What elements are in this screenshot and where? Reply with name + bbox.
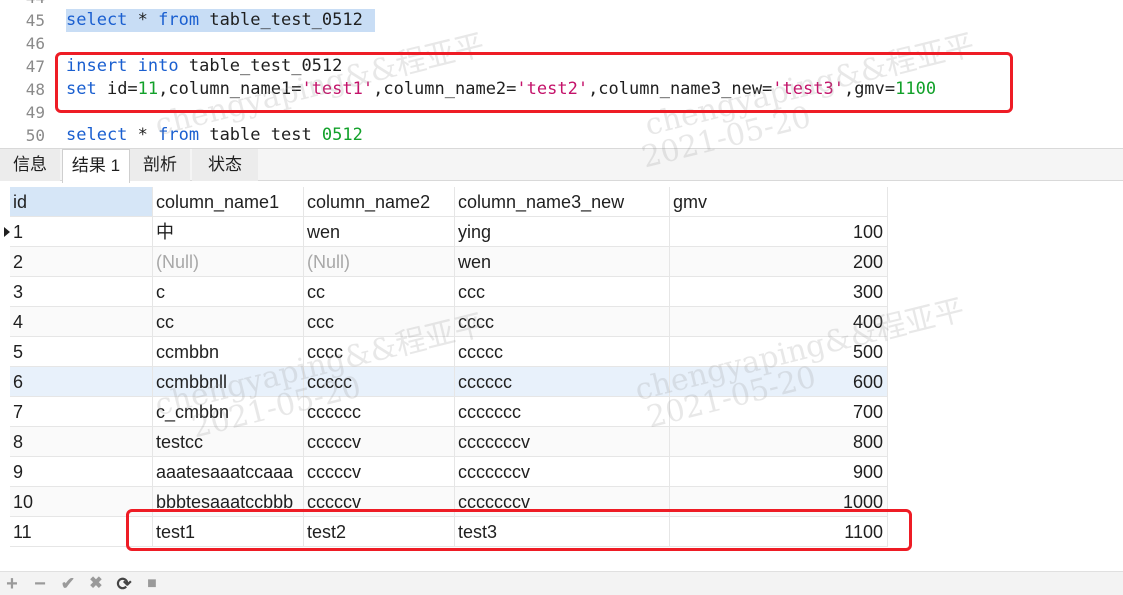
code-text: select * from table test 0512 <box>66 125 363 145</box>
table-cell[interactable]: 400 <box>670 307 888 337</box>
column-header[interactable]: column_name3_new <box>455 187 670 217</box>
line-number: 46 <box>25 34 45 53</box>
tab-status[interactable]: 状态 <box>192 149 258 181</box>
line-number: 45 <box>25 11 45 30</box>
line-number: 50 <box>25 126 45 145</box>
table-cell[interactable]: cccc <box>455 307 670 337</box>
table-cell[interactable]: cccccccv <box>455 427 670 457</box>
table-cell[interactable]: bbbtesaaatccbbb <box>153 487 304 517</box>
line-number: 48 <box>25 80 45 99</box>
table-cell[interactable]: 10 <box>10 487 153 517</box>
table-cell[interactable]: 2 <box>10 247 153 277</box>
table-cell[interactable]: 1100 <box>670 517 888 547</box>
code-text: insert into table_test_0512 <box>66 56 343 76</box>
table-cell[interactable]: 500 <box>670 337 888 367</box>
table-row[interactable]: 10 bbbtesaaatccbbb cccccv cccccccv 1000 <box>0 487 888 517</box>
line-number: 47 <box>25 57 45 76</box>
table-cell[interactable]: cc <box>153 307 304 337</box>
table-row[interactable]: 1 中 wen ying 100 <box>0 217 888 247</box>
apply-changes-icon[interactable]: ✔ <box>58 574 78 594</box>
table-cell[interactable]: ccccc <box>304 367 455 397</box>
column-header[interactable]: column_name1 <box>153 187 304 217</box>
table-cell[interactable]: 9 <box>10 457 153 487</box>
table-cell[interactable]: 8 <box>10 427 153 457</box>
table-cell[interactable]: 11 <box>10 517 153 547</box>
table-cell[interactable]: 1000 <box>670 487 888 517</box>
column-header[interactable]: id <box>10 187 153 217</box>
table-cell[interactable]: 100 <box>670 217 888 247</box>
column-header[interactable]: column_name2 <box>304 187 455 217</box>
table-cell[interactable]: 5 <box>10 337 153 367</box>
current-row-marker-icon <box>4 227 10 237</box>
table-cell[interactable]: 1 <box>10 217 153 247</box>
table-cell[interactable]: 700 <box>670 397 888 427</box>
table-cell[interactable]: cc <box>304 277 455 307</box>
result-tab-bar: 信息 结果 1 剖析 状态 <box>0 148 1123 183</box>
tab-profile[interactable]: 剖析 <box>130 149 190 181</box>
table-cell[interactable]: cccccc <box>304 397 455 427</box>
table-cell[interactable]: ccccccc <box>455 397 670 427</box>
table-cell[interactable]: ccccc <box>455 337 670 367</box>
add-row-icon[interactable]: + <box>2 574 22 594</box>
table-row[interactable]: 2 (Null) (Null) wen 200 <box>0 247 888 277</box>
table-cell[interactable]: test1 <box>153 517 304 547</box>
table-cell[interactable]: (Null) <box>153 247 304 277</box>
table-cell[interactable]: 中 <box>153 217 304 247</box>
table-cell[interactable]: cccc <box>304 337 455 367</box>
table-cell[interactable]: testcc <box>153 427 304 457</box>
column-header[interactable]: gmv <box>670 187 888 217</box>
table-row[interactable]: 3 c cc ccc 300 <box>0 277 888 307</box>
table-cell[interactable]: cccccccv <box>455 487 670 517</box>
table-row[interactable]: 4 cc ccc cccc 400 <box>0 307 888 337</box>
table-row[interactable]: 11 test1 test2 test3 1100 <box>0 517 888 547</box>
table-cell[interactable]: cccccv <box>304 457 455 487</box>
tab-info[interactable]: 信息 <box>0 149 60 181</box>
refresh-icon[interactable]: ⟳ <box>114 574 134 594</box>
table-cell[interactable]: c <box>153 277 304 307</box>
line-number: 49 <box>25 103 45 122</box>
grid-toolbar: + − ✔ ✖ ⟳ ■ <box>0 571 1123 595</box>
table-cell[interactable]: wen <box>304 217 455 247</box>
stop-icon[interactable]: ■ <box>142 574 162 594</box>
table-cell[interactable]: cccccc <box>455 367 670 397</box>
table-cell[interactable]: 300 <box>670 277 888 307</box>
tab-result-1[interactable]: 结果 1 <box>62 149 130 183</box>
table-cell[interactable]: 6 <box>10 367 153 397</box>
table-cell[interactable]: 3 <box>10 277 153 307</box>
table-cell[interactable]: aaatesaaatccaaa <box>153 457 304 487</box>
table-cell[interactable]: 200 <box>670 247 888 277</box>
table-cell[interactable]: (Null) <box>304 247 455 277</box>
table-cell[interactable]: cccccccv <box>455 457 670 487</box>
table-cell[interactable]: ying <box>455 217 670 247</box>
table-cell[interactable]: wen <box>455 247 670 277</box>
grid-header-row[interactable]: id column_name1 column_name2 column_name3_n… <box>0 187 888 217</box>
table-row[interactable]: 7 c_cmbbn cccccc ccccccc 700 <box>0 397 888 427</box>
table-cell[interactable]: 900 <box>670 457 888 487</box>
table-cell[interactable]: 800 <box>670 427 888 457</box>
table-cell[interactable]: ccmbbn <box>153 337 304 367</box>
line-number: 44 <box>0 0 45 9</box>
code-text: set id=11,column_name1='test1',column_na… <box>66 79 937 99</box>
table-row[interactable]: 9 aaatesaaatccaaa cccccv cccccccv 900 <box>0 457 888 487</box>
table-cell[interactable]: ccc <box>304 307 455 337</box>
table-cell[interactable]: 4 <box>10 307 153 337</box>
code-text: select * from table_test_0512 <box>66 9 375 32</box>
table-row[interactable]: 5 ccmbbn cccc ccccc 500 <box>0 337 888 367</box>
table-row[interactable]: 8 testcc cccccv cccccccv 800 <box>0 427 888 457</box>
delete-row-icon[interactable]: − <box>30 574 50 594</box>
table-cell[interactable]: test2 <box>304 517 455 547</box>
table-row[interactable]: 6 ccmbbnll ccccc cccccc 600 <box>0 367 888 397</box>
table-cell[interactable]: ccmbbnll <box>153 367 304 397</box>
discard-changes-icon[interactable]: ✖ <box>86 574 106 594</box>
table-cell[interactable]: 7 <box>10 397 153 427</box>
table-cell[interactable]: c_cmbbn <box>153 397 304 427</box>
table-cell[interactable]: ccc <box>455 277 670 307</box>
table-cell[interactable]: 600 <box>670 367 888 397</box>
table-cell[interactable]: cccccv <box>304 487 455 517</box>
table-cell[interactable]: test3 <box>455 517 670 547</box>
sql-editor[interactable]: 44 45 select * from table_test_0512 46 47 ins… <box>0 0 1123 148</box>
table-cell[interactable]: cccccv <box>304 427 455 457</box>
